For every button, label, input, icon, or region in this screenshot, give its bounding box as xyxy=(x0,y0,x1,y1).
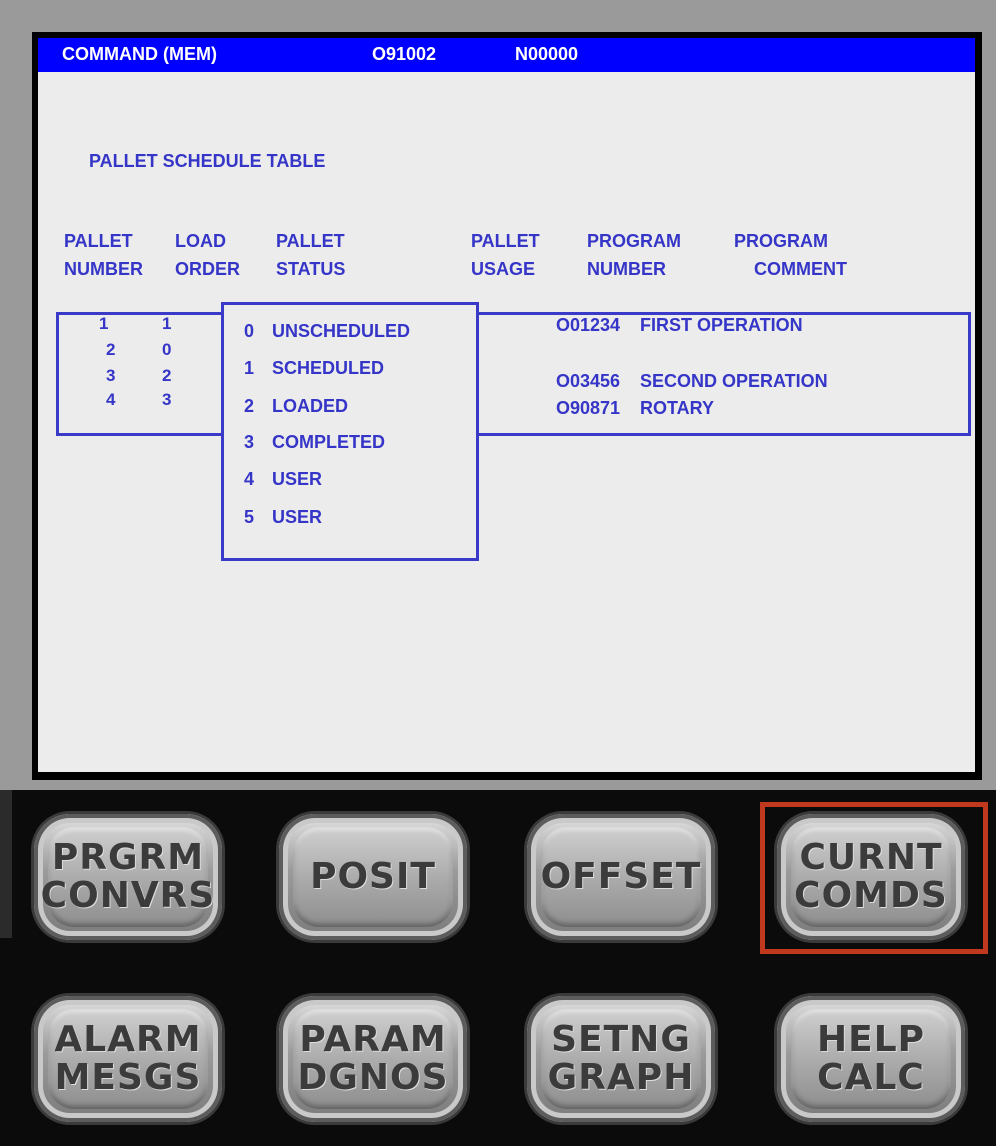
key-label-line1: SETNG xyxy=(551,1019,691,1060)
key-label-line1: PARAM xyxy=(299,1019,447,1060)
header-program-number-2: NUMBER xyxy=(587,259,666,279)
header-pallet-status-1: PALLET xyxy=(276,231,345,251)
offset-key[interactable]: OFFSET xyxy=(527,814,715,940)
key-label-line1: OFFSET xyxy=(540,856,702,897)
table-row-4-load-order[interactable]: 3 xyxy=(162,390,171,410)
status-option-3[interactable]: COMPLETED xyxy=(272,432,385,453)
sequence-number-label: N00000 xyxy=(515,44,579,64)
key-label-line2: MESGS xyxy=(54,1057,202,1098)
key-label-line1: PRGRM xyxy=(51,837,205,878)
cnc-display: COMMAND (MEM) O91002 N00000 PALLET SCHED… xyxy=(38,38,975,772)
key-label-line1: ALARM xyxy=(54,1019,202,1060)
prgrm-convrs-key[interactable]: PRGRM CONVRS xyxy=(34,814,222,940)
header-program-number-1: PROGRAM xyxy=(587,231,681,251)
param-dgnos-key[interactable]: PARAM DGNOS xyxy=(279,996,467,1122)
posit-key[interactable]: POSIT xyxy=(279,814,467,940)
status-option-4[interactable]: USER xyxy=(272,469,322,490)
status-option-0-code: 0 xyxy=(244,321,255,341)
key-label-line2: DGNOS xyxy=(297,1057,449,1098)
program-number-3[interactable]: O90871 xyxy=(556,398,620,419)
program-number-2[interactable]: O03456 xyxy=(556,371,620,392)
status-option-2-code: 2 xyxy=(244,396,255,416)
program-comment-1[interactable]: FIRST OPERATION xyxy=(640,315,803,336)
table-row-2-load-order[interactable]: 0 xyxy=(162,340,171,360)
status-option-2[interactable]: LOADED xyxy=(272,396,348,417)
table-row-3-pallet[interactable]: 3 xyxy=(106,366,115,386)
table-row-2-pallet[interactable]: 2 xyxy=(106,340,115,360)
alarm-mesgs-key[interactable]: ALARM MESGS xyxy=(34,996,222,1122)
status-option-0[interactable]: UNSCHEDULED xyxy=(272,321,410,342)
header-pallet-number-1: PALLET xyxy=(64,231,133,251)
program-comment-2[interactable]: SECOND OPERATION xyxy=(640,371,828,392)
header-pallet-status-2: STATUS xyxy=(276,259,346,279)
header-pallet-usage-2: USAGE xyxy=(471,259,536,279)
program-comment-3[interactable]: ROTARY xyxy=(640,398,714,419)
help-calc-key[interactable]: HELP CALC xyxy=(777,996,965,1122)
header-load-order-2: ORDER xyxy=(175,259,241,279)
table-row-1-pallet[interactable]: 1 xyxy=(99,314,108,334)
setng-graph-key[interactable]: SETNG GRAPH xyxy=(527,996,715,1122)
header-program-comment-1: PROGRAM xyxy=(734,231,828,251)
pallet-table-box xyxy=(56,312,971,436)
monitor-bezel: COMMAND (MEM) O91002 N00000 PALLET SCHED… xyxy=(0,0,996,790)
header-load-order-1: LOAD xyxy=(175,231,226,251)
key-label-line2: GRAPH xyxy=(547,1057,695,1098)
status-option-3-code: 3 xyxy=(244,432,255,452)
selected-key-highlight xyxy=(760,802,988,954)
function-keypad: PRGRM CONVRS POSIT OFFSET CURNT COMDS ALAR… xyxy=(0,790,996,1146)
status-option-1-code: 1 xyxy=(244,358,255,378)
header-program-comment-2: COMMENT xyxy=(754,259,847,279)
table-row-4-pallet[interactable]: 4 xyxy=(106,390,115,410)
header-pallet-number-2: NUMBER xyxy=(64,259,143,279)
table-row-1-load-order[interactable]: 1 xyxy=(162,314,171,334)
key-label-line2: CONVRS xyxy=(40,875,216,916)
status-option-1[interactable]: SCHEDULED xyxy=(272,358,384,379)
keypad-side-panel xyxy=(0,790,12,938)
key-label-line1: POSIT xyxy=(310,856,436,897)
table-row-3-load-order[interactable]: 2 xyxy=(162,366,171,386)
mode-label: COMMAND (MEM) xyxy=(62,44,217,64)
page-title: PALLET SCHEDULE TABLE xyxy=(89,151,326,171)
status-title-bar: COMMAND (MEM) O91002 N00000 xyxy=(38,38,975,72)
key-label-line1: HELP xyxy=(816,1019,926,1060)
status-option-4-code: 4 xyxy=(244,469,255,489)
status-option-5-code: 5 xyxy=(244,507,255,527)
header-pallet-usage-1: PALLET xyxy=(471,231,540,251)
screen-border: COMMAND (MEM) O91002 N00000 PALLET SCHED… xyxy=(32,32,982,780)
key-label-line2: CALC xyxy=(817,1057,925,1098)
program-number-label: O91002 xyxy=(372,44,437,64)
program-number-1[interactable]: O01234 xyxy=(556,315,620,336)
status-option-5[interactable]: USER xyxy=(272,507,322,528)
